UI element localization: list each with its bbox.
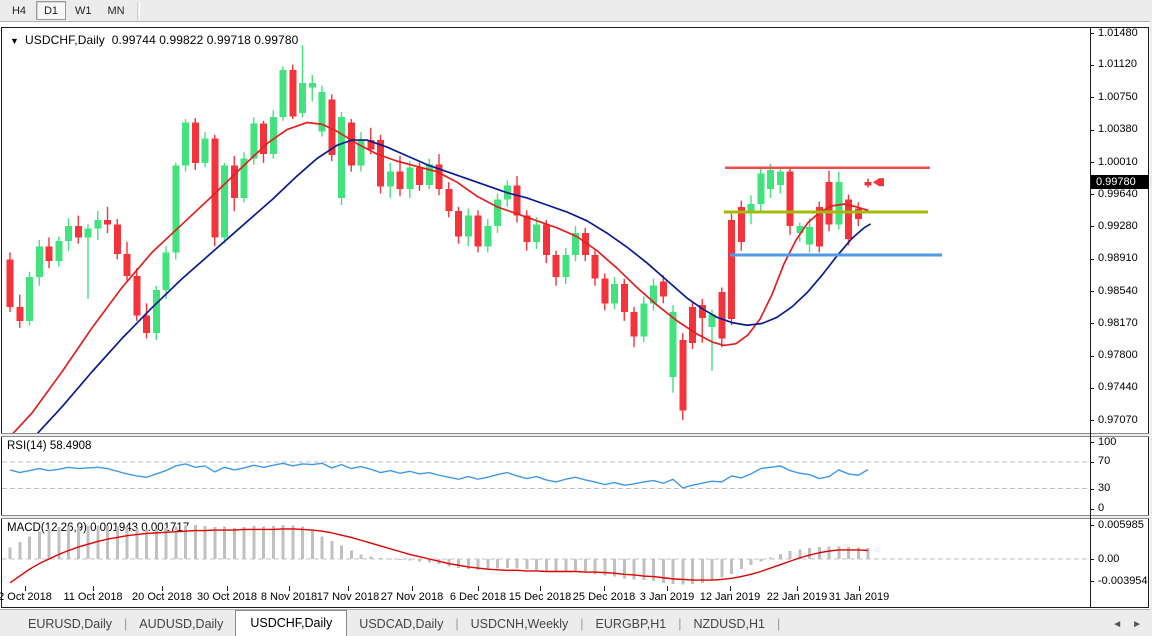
current-price-arrow-icon [873, 178, 884, 186]
date-axis-label: 11 Oct 2018 [63, 591, 122, 603]
date-axis-label: 25 Dec 2018 [573, 591, 635, 603]
date-axis-label: 17 Nov 2018 [317, 591, 379, 603]
rsi-axis-tick [1090, 489, 1094, 490]
price-axis-tick [1090, 388, 1094, 389]
trading-terminal-window: H4D1W1MN ▼USDCHF,Daily 0.99744 0.99822 0… [0, 0, 1152, 636]
price-axis-label: 0.98540 [1098, 286, 1138, 297]
macd-axis-tick [1090, 581, 1094, 582]
price-axis-tick [1090, 323, 1094, 324]
timeframe-toolbar: H4D1W1MN [0, 0, 1152, 22]
price-axis-label: 1.00010 [1098, 157, 1138, 168]
price-axis-tick [1090, 259, 1094, 260]
macd-axis-label: 0.00 [1098, 554, 1119, 565]
rsi-axis-tick [1090, 442, 1094, 443]
rsi-axis-tick [1090, 462, 1094, 463]
toolbar-separator [137, 2, 140, 20]
timeframe-button-d1[interactable]: D1 [36, 1, 66, 20]
date-axis-label: 3 Jan 2019 [640, 591, 694, 603]
price-axis-tick [1090, 194, 1094, 195]
macd-indicator-pane[interactable] [2, 519, 1090, 586]
price-axis-tick [1090, 97, 1094, 98]
chart-tab-eurusd-daily[interactable]: EURUSD,Daily [16, 613, 124, 636]
tab-scroll-right-button[interactable]: ► [1132, 619, 1142, 630]
price-axis-divider [1090, 27, 1091, 608]
price-axis-tick [1090, 162, 1094, 163]
price-axis-label: 0.98910 [1098, 253, 1138, 264]
chart-tab-usdcnh-weekly[interactable]: USDCNH,Weekly [459, 613, 581, 636]
price-chart-pane[interactable] [2, 28, 1090, 433]
date-axis-label: 15 Dec 2018 [509, 591, 571, 603]
price-axis-tick [1090, 226, 1094, 227]
date-axis-label: 12 Jan 2019 [700, 591, 761, 603]
price-axis-label: 0.97440 [1098, 382, 1138, 393]
chart-tab-usdcad-daily[interactable]: USDCAD,Daily [347, 613, 455, 636]
tab-separator: | [777, 613, 780, 636]
date-axis-label: 30 Oct 2018 [197, 591, 257, 603]
chart-tab-usdchf-daily[interactable]: USDCHF,Daily [235, 610, 347, 636]
price-axis-tick [1090, 130, 1094, 131]
price-axis-label: 0.97070 [1098, 415, 1138, 426]
price-axis-tick [1090, 420, 1094, 421]
macd-axis-label: -0.003954 [1098, 576, 1148, 587]
price-axis-label: 0.98170 [1098, 318, 1138, 329]
chart-tab-bar: EURUSD,Daily|AUDUSD,DailyUSDCHF,DailyUSD… [0, 609, 1152, 636]
date-axis-label: 6 Dec 2018 [450, 591, 506, 603]
price-axis-label: 1.00380 [1098, 124, 1138, 135]
rsi-axis-label: 0 [1098, 503, 1104, 514]
macd-axis-tick [1090, 525, 1094, 526]
price-axis-label: 0.99640 [1098, 189, 1138, 200]
price-axis-label: 1.01120 [1098, 59, 1137, 70]
price-axis-label: 0.99280 [1098, 221, 1138, 232]
price-axis-tick [1090, 291, 1094, 292]
price-axis-tick [1090, 33, 1094, 34]
price-axis-tick [1090, 65, 1094, 66]
timeframe-button-h4[interactable]: H4 [4, 1, 34, 20]
date-axis-label: 20 Oct 2018 [132, 591, 192, 603]
rsi-axis-label: 100 [1098, 437, 1116, 448]
price-axis-label: 1.00750 [1098, 92, 1138, 103]
chart-tab-nzdusd-h1[interactable]: NZDUSD,H1 [681, 613, 777, 636]
rsi-indicator-pane[interactable] [2, 437, 1090, 516]
current-price-badge: 0.99780 [1091, 175, 1149, 189]
chart-tab-audusd-daily[interactable]: AUDUSD,Daily [127, 613, 235, 636]
price-axis-label: 0.97800 [1098, 350, 1138, 361]
price-axis-tick [1090, 356, 1094, 357]
timeframe-button-mn[interactable]: MN [101, 1, 132, 20]
tab-scroll-left-button[interactable]: ◄ [1112, 619, 1122, 630]
date-axis-label: 8 Nov 2018 [261, 591, 317, 603]
rsi-axis-label: 70 [1098, 456, 1110, 467]
timeframe-button-w1[interactable]: W1 [68, 1, 99, 20]
macd-axis-label: 0.005985 [1098, 520, 1144, 531]
rsi-axis-tick [1090, 509, 1094, 510]
date-axis-label: 27 Nov 2018 [381, 591, 443, 603]
date-axis-label: 31 Jan 2019 [829, 591, 890, 603]
date-axis-label: 22 Jan 2019 [767, 591, 828, 603]
macd-axis-tick [1090, 559, 1094, 560]
rsi-axis-label: 30 [1098, 483, 1110, 494]
date-axis-label: 2 Oct 2018 [0, 591, 52, 603]
chart-tab-eurgbp-h1[interactable]: EURGBP,H1 [584, 613, 679, 636]
price-axis-label: 1.01480 [1098, 28, 1138, 39]
